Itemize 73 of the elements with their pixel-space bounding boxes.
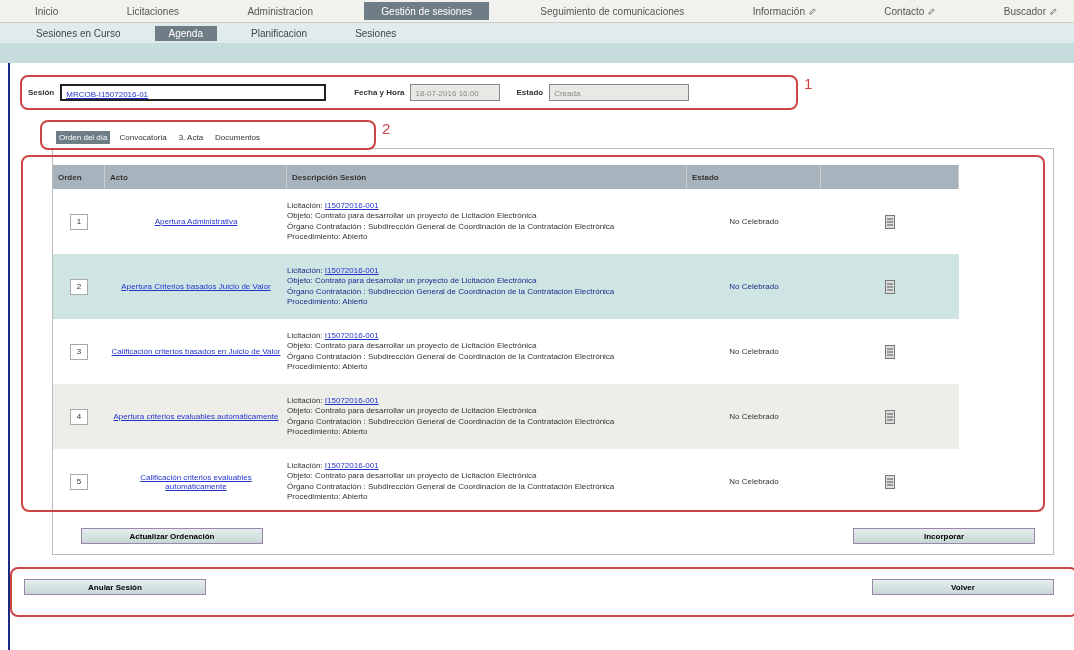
description-text: Objeto: Contrato para desarrollar un proyecto de Licitación Electrónica [287,341,537,352]
licitacion-link[interactable]: I15072016-001 [324,200,379,210]
subnav-tab[interactable]: Agenda [154,25,217,41]
description-text: Objeto: Contrato para desarrollar un proyecto de Licitación Electrónica [287,471,537,482]
licitacion-link[interactable]: I15072016-001 [324,395,379,405]
order-field[interactable]: 2 [70,278,88,295]
description-text: Procedimiento: Abierto [287,362,368,373]
description-text: Órgano Contratación : Subdirección General de Coordinación de la Contratación Electrónica [287,286,615,297]
tab[interactable]: 3. Acta [175,131,207,144]
description-text: Órgano Contratación : Subdirección General de Coordinación de la Contratación Electrónica [287,481,615,492]
back-button[interactable]: Volver [872,579,1054,595]
state-text: No Celebrado [729,282,779,291]
table-row[interactable] [53,254,959,319]
cancel-session-button[interactable]: Anular Sesión [24,579,206,595]
session-label: Sesión [28,88,55,97]
act-link[interactable]: Apertura criterios evaluables automáticamente [109,412,283,421]
licitacion-link[interactable]: I15072016-001 [324,265,379,275]
table-row[interactable] [53,384,959,449]
licitacion-label: Licitación: [287,265,323,275]
tab[interactable]: Orden del día [56,131,111,144]
nav-tab[interactable]: Contacto [867,0,953,22]
licitacion-label: Licitación: [287,330,323,340]
tab[interactable]: Documentos [212,131,263,144]
update-order-button[interactable]: Actualizar Ordenación [81,528,263,544]
licitacion-label: Licitación: [287,395,323,405]
description-text: Objeto: Contrato para desarrollar un proyecto de Licitación Electrónica [287,276,537,287]
licitacion-link[interactable]: I15072016-001 [324,330,379,340]
description-text: Procedimiento: Abierto [287,297,368,308]
description-text: Procedimiento: Abierto [287,232,368,243]
document-icon[interactable] [885,409,895,424]
date-label: Fecha y Hora [354,88,405,97]
description-text: Objeto: Contrato para desarrollar un proyecto de Licitación Electrónica [287,211,537,222]
document-icon[interactable] [885,344,895,359]
nav-tab[interactable]: Información [735,0,833,22]
nav-tab[interactable]: Seguimiento de comunicaciones [523,0,702,22]
order-field[interactable]: 1 [70,213,88,230]
act-link[interactable]: Apertura Administrativa [150,217,242,226]
session-field[interactable]: MRCOB-I15072016-01 [60,84,327,101]
licitacion-label: Licitación: [287,460,323,470]
nav-tab[interactable]: Gestión de sesiones [364,2,489,20]
description-text: Órgano Contratación : Subdirección General de Coordinación de la Contratación Electrónica [287,416,615,427]
annotation-number: 2 [382,120,391,137]
subnav-tab[interactable]: Planificacion [237,25,322,41]
act-link[interactable]: Apertura Criterios basados Juicio de Valor [117,282,275,291]
subnav-tab[interactable]: Sesiones [341,25,411,41]
nav-tab[interactable]: Licitaciones [109,0,196,22]
description-text: Procedimiento: Abierto [287,492,368,503]
order-field[interactable]: 4 [70,408,88,425]
state-text: No Celebrado [729,412,779,421]
state-label: Estado [516,88,544,97]
subnav-tab[interactable]: Sesiones en Curso [22,25,135,41]
act-link[interactable]: Calificación criterios evaluables automáticamente [105,472,287,491]
document-icon[interactable] [885,474,895,489]
licitacion-label: Licitación: [287,200,323,210]
description-text: Órgano Contratación : Subdirección General de Coordinación de la Contratación Electrónica [287,351,615,362]
tab[interactable]: Convocatoria [116,131,170,144]
document-icon[interactable] [885,214,895,229]
document-icon[interactable] [885,279,895,294]
order-field[interactable]: 5 [70,473,88,490]
description-text: Objeto: Contrato para desarrollar un proyecto de Licitación Electrónica [287,406,537,417]
description-text: Órgano Contratación : Subdirección General de Coordinación de la Contratación Electrónica [287,221,615,232]
incorporate-button[interactable]: Incorporar [853,528,1035,544]
state-text: No Celebrado [729,347,779,356]
licitacion-link[interactable]: I15072016-001 [324,460,379,470]
nav-tab[interactable]: Administracion [230,0,330,22]
nav-tab[interactable]: Buscador [986,0,1074,22]
description-text: Procedimiento: Abierto [287,427,368,438]
act-link[interactable]: Calificación criterios basados en Juicio de Valor [107,347,285,356]
nav-tab[interactable]: Inicio [18,0,76,22]
order-field[interactable]: 3 [70,343,88,360]
state-text: No Celebrado [729,217,779,226]
state-text: No Celebrado [729,477,779,486]
annotation-number: 1 [804,75,813,92]
